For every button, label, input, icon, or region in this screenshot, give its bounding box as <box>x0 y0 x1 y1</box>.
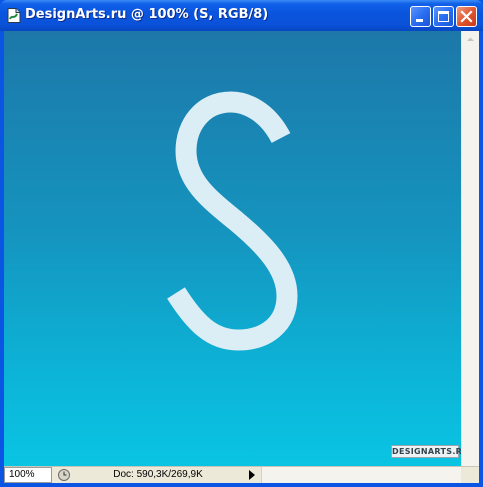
document-window: DesignArts.ru @ 100% (S, RGB/8) DESIGNAR… <box>0 0 483 487</box>
vertical-scrollbar[interactable] <box>461 31 479 466</box>
status-menu-arrow-icon[interactable] <box>247 469 257 481</box>
horizontal-scrollbar[interactable] <box>261 467 461 483</box>
status-bar: 100% Doc: 590,3K/269,9K <box>4 466 479 483</box>
window-title: DesignArts.ru @ 100% (S, RGB/8) <box>25 7 269 22</box>
document-icon <box>7 8 21 23</box>
resize-corner[interactable] <box>461 467 479 483</box>
maximize-icon <box>438 11 449 22</box>
maximize-button[interactable] <box>433 6 454 27</box>
image-canvas[interactable]: DESIGNARTS.RU <box>4 31 461 466</box>
letter-s-shape <box>167 91 298 351</box>
scroll-up-icon[interactable] <box>462 31 479 48</box>
document-size-info: Doc: 590,3K/269,9K <box>113 469 203 480</box>
status-clock-icon[interactable] <box>57 468 71 482</box>
close-icon <box>460 10 473 23</box>
document-client-area: DESIGNARTS.RU 100% Doc: 590,3K/269,9K <box>4 31 479 483</box>
minimize-icon <box>416 19 423 22</box>
minimize-button[interactable] <box>410 6 431 27</box>
watermark-badge: DESIGNARTS.RU <box>391 445 461 458</box>
zoom-level-field[interactable]: 100% <box>4 467 52 483</box>
title-bar[interactable]: DesignArts.ru @ 100% (S, RGB/8) <box>0 0 483 31</box>
close-button[interactable] <box>456 6 477 27</box>
